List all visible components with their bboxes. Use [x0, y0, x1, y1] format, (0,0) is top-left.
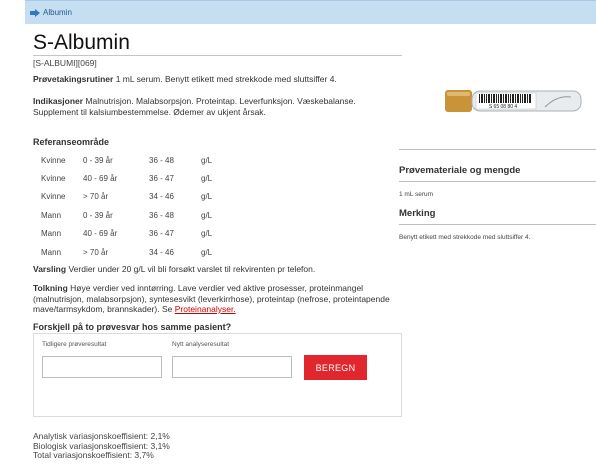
table-row: Mann 40 - 69 år 36 - 47 g/L: [41, 225, 241, 243]
marking-title: Merking: [399, 208, 436, 219]
reference-table: Kvinne 0 - 39 år 36 - 48 g/L Kvinne 40 - 69 å…: [41, 151, 241, 261]
table-row: Kvinne 40 - 69 år 36 - 47 g/L: [41, 169, 241, 187]
table-row: Mann > 70 år 34 - 46 g/L: [41, 243, 241, 261]
indications-section: Indikasjoner Malnutrisjon. Malabsorpsjon…: [33, 96, 403, 117]
reference-age-cell: 40 - 69 år: [83, 229, 118, 239]
material-text: 1 mL serum: [399, 191, 434, 198]
variance-block: Analytisk variasjonskoeffisient: 2,1% Bi…: [33, 431, 170, 461]
material-divider: [399, 181, 596, 182]
tab-bar: Albumin: [25, 0, 596, 24]
previous-result-label: Tidligere prøveresultat: [42, 341, 107, 348]
sampling-label: Prøvetakingsrutiner: [33, 74, 114, 84]
reference-age-cell: 0 - 39 år: [83, 155, 113, 165]
reference-range-cell: 36 - 48: [149, 155, 174, 165]
reference-unit-cell: g/L: [201, 229, 213, 239]
tab-label: Albumin: [43, 8, 72, 17]
indications-label: Indikasjoner: [33, 96, 84, 106]
tube-label: S 65 08 80 4: [489, 104, 518, 110]
reference-title: Referanseområde: [33, 137, 110, 147]
calculator-box: Tidligere prøveresultat Nytt analyseresu…: [33, 333, 402, 417]
reference-range-cell: 36 - 47: [149, 174, 174, 184]
reference-sex-cell: Kvinne: [41, 174, 66, 184]
analysis-page: S-Albumin [S-ALBUMI][069] Prøvetakingsru…: [29, 24, 596, 470]
reference-sex-cell: Mann: [41, 247, 62, 257]
alert-text: Verdier under 20 g/L vil bli forsøkt var…: [68, 264, 316, 274]
material-title: Prøvemateriale og mengde: [399, 165, 521, 176]
reference-age-cell: > 70 år: [83, 247, 109, 257]
previous-result-input[interactable]: [42, 356, 162, 378]
reference-unit-cell: g/L: [201, 247, 213, 257]
table-row: Kvinne > 70 år 34 - 46 g/L: [41, 188, 241, 206]
tab-albumin[interactable]: Albumin: [30, 8, 72, 17]
sample-tube-image: S 65 08 80 4: [445, 90, 582, 112]
reference-age-cell: > 70 år: [83, 192, 109, 202]
reference-age-cell: 40 - 69 år: [83, 174, 118, 184]
reference-range-cell: 34 - 46: [149, 192, 174, 202]
title-divider: [33, 55, 402, 56]
reference-sex-cell: Kvinne: [41, 155, 66, 165]
calculate-button[interactable]: BEREGN: [304, 355, 367, 380]
alert-label: Varsling: [33, 264, 67, 274]
interpretation-label: Tolkning: [33, 283, 68, 293]
table-row: Kvinne 0 - 39 år 36 - 48 g/L: [41, 151, 241, 169]
page-title: S-Albumin: [33, 31, 130, 54]
reference-range-cell: 34 - 46: [149, 247, 174, 257]
tab-arrow-icon: [30, 8, 40, 17]
reference-unit-cell: g/L: [201, 192, 213, 202]
reference-unit-cell: g/L: [201, 155, 213, 165]
total-variance: Total variasjonskoeffisient: 3,7%: [33, 450, 154, 460]
analysis-code: [S-ALBUMI][069]: [33, 58, 97, 68]
marking-text: Benytt etikett med strekkode med sluttsi…: [399, 234, 531, 241]
reference-range-cell: 36 - 48: [149, 210, 174, 220]
reference-sex-cell: Mann: [41, 210, 62, 220]
reference-sex-cell: Mann: [41, 229, 62, 239]
calculator-title: Forskjell på to prøvesvar hos samme pasi…: [33, 322, 232, 332]
interpretation-section: Tolkning Høye verdier ved inntørring. La…: [33, 283, 403, 315]
sidebar-divider-top: [399, 149, 596, 150]
marking-divider: [399, 224, 596, 225]
protein-analyses-link[interactable]: Proteinanalyser.: [175, 304, 236, 314]
alert-section: Varsling Verdier under 20 g/L vil bli fo…: [33, 264, 403, 275]
new-result-label: Nytt analyseresultat: [172, 341, 230, 348]
table-row: Mann 0 - 39 år 36 - 48 g/L: [41, 206, 241, 224]
reference-sex-cell: Kvinne: [41, 192, 66, 202]
reference-unit-cell: g/L: [201, 174, 213, 184]
sampling-text: 1 mL serum. Benytt etikett med strekkode…: [115, 74, 337, 84]
reference-age-cell: 0 - 39 år: [83, 210, 113, 220]
reference-unit-cell: g/L: [201, 210, 213, 220]
new-result-input[interactable]: [172, 356, 292, 378]
sampling-section: Prøvetakingsrutiner 1 mL serum. Benytt e…: [33, 74, 403, 85]
reference-range-cell: 36 - 47: [149, 229, 174, 239]
